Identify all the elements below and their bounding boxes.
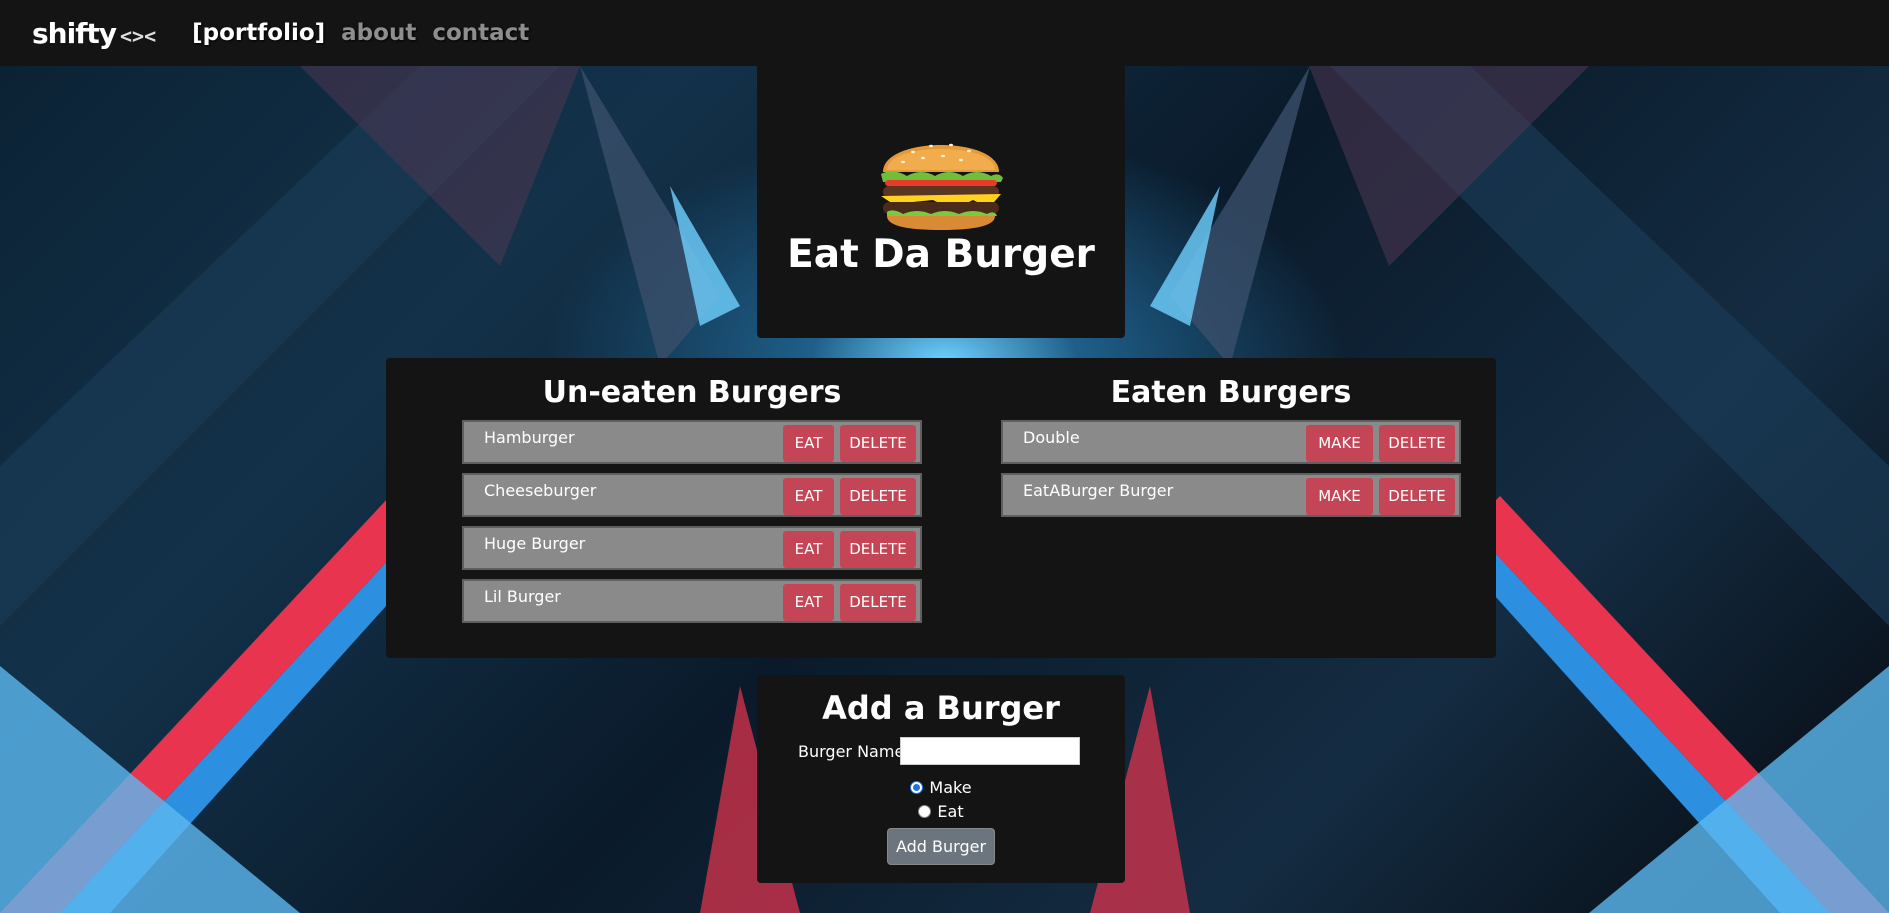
eat-button[interactable]: EAT <box>783 584 834 621</box>
radio-eat-label: Eat <box>937 802 964 821</box>
nav-link-portfolio[interactable]: [portfolio] <box>192 20 325 46</box>
delete-button[interactable]: DELETE <box>840 425 916 462</box>
delete-button[interactable]: DELETE <box>840 478 916 515</box>
radio-make-dot[interactable] <box>910 781 924 794</box>
delete-button[interactable]: DELETE <box>1379 478 1455 515</box>
burger-name: Hamburger <box>484 428 575 447</box>
burger-name: EatABurger Burger <box>1023 481 1174 500</box>
burger-name: Huge Burger <box>484 534 586 553</box>
add-burger-button[interactable]: Add Burger <box>887 828 995 865</box>
radio-eat-dot[interactable] <box>918 805 932 818</box>
delete-button[interactable]: DELETE <box>1379 425 1455 462</box>
add-burger-panel: Add a Burger Burger Name: Make Eat Add B… <box>757 675 1125 883</box>
make-button[interactable]: MAKE <box>1306 425 1373 462</box>
burger-name-input[interactable] <box>900 737 1080 765</box>
burger-name: Double <box>1023 428 1080 447</box>
eaten-column: Eaten Burgers Double MAKE DELETE EatABur… <box>1001 358 1461 526</box>
brand-logo[interactable]: shifty <>< <box>32 17 156 50</box>
delete-button[interactable]: DELETE <box>840 584 916 621</box>
header-panel: Eat Da Burger <box>757 66 1125 338</box>
list-item: Lil Burger EAT DELETE <box>462 579 922 623</box>
list-item: Hamburger EAT DELETE <box>462 420 922 464</box>
nav-links: [portfolio] about contact <box>192 20 529 46</box>
navbar: shifty <>< [portfolio] about contact <box>0 0 1889 66</box>
list-item: EatABurger Burger MAKE DELETE <box>1001 473 1461 517</box>
burger-name: Lil Burger <box>484 587 561 606</box>
burger-lists-panel: Un-eaten Burgers Hamburger EAT DELETE Ch… <box>386 358 1496 658</box>
make-button[interactable]: MAKE <box>1306 478 1373 515</box>
page-title: Eat Da Burger <box>787 232 1095 277</box>
nav-link-about[interactable]: about <box>341 20 416 46</box>
eat-button[interactable]: EAT <box>783 425 834 462</box>
burger-icon <box>881 143 1003 230</box>
list-item: Double MAKE DELETE <box>1001 420 1461 464</box>
radio-make[interactable]: Make <box>757 778 1125 797</box>
eat-button[interactable]: EAT <box>783 531 834 568</box>
uneaten-column: Un-eaten Burgers Hamburger EAT DELETE Ch… <box>462 358 922 632</box>
eaten-title: Eaten Burgers <box>1110 375 1352 410</box>
radio-make-label: Make <box>929 778 972 797</box>
list-item: Huge Burger EAT DELETE <box>462 526 922 570</box>
eat-button[interactable]: EAT <box>783 478 834 515</box>
brand-mark: <>< <box>120 23 157 48</box>
burger-name: Cheeseburger <box>484 481 597 500</box>
add-burger-title: Add a Burger <box>822 689 1060 727</box>
radio-eat[interactable]: Eat <box>757 802 1125 821</box>
brand-name: shifty <box>32 16 117 50</box>
list-item: Cheeseburger EAT DELETE <box>462 473 922 517</box>
nav-link-contact[interactable]: contact <box>432 20 529 46</box>
delete-button[interactable]: DELETE <box>840 531 916 568</box>
burger-name-label: Burger Name: <box>798 742 910 761</box>
uneaten-title: Un-eaten Burgers <box>542 375 842 410</box>
